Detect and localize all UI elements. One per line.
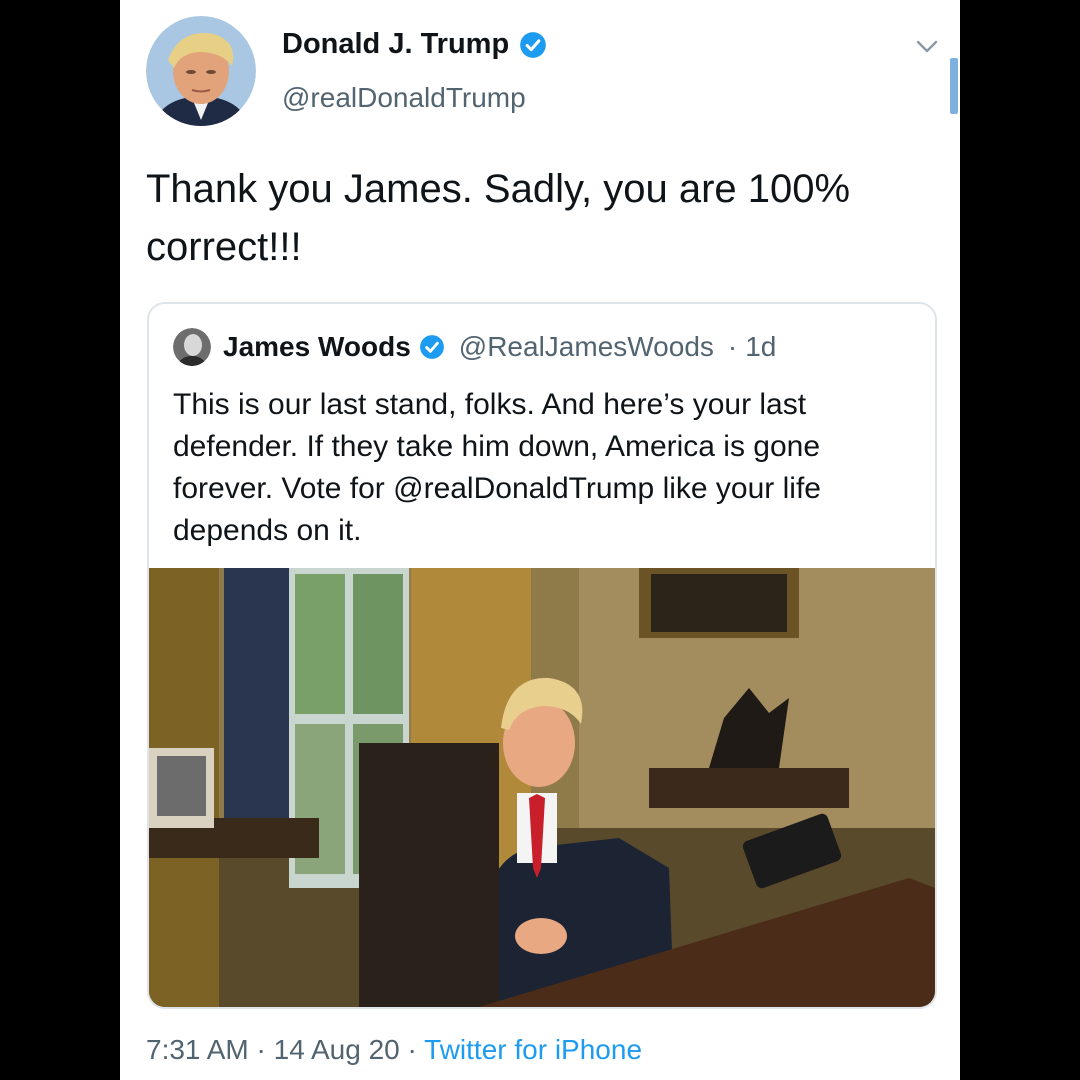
verified-badge-icon <box>419 335 444 359</box>
quoted-tweet-text: This is our last stand, folks. And here’… <box>173 388 821 547</box>
quoted-author-avatar <box>173 328 211 366</box>
chevron-down-icon[interactable] <box>912 36 942 58</box>
tweet-card: Donald J. Trump @realDonaldTrump Thank y… <box>120 0 960 1080</box>
tweet-footer: 7:31 AM · 14 Aug 20 · Twitter for iPhone <box>146 1034 642 1066</box>
author-name-row[interactable]: Donald J. Trump <box>282 28 547 61</box>
scroll-indicator <box>950 58 958 114</box>
author-avatar[interactable] <box>146 16 256 126</box>
tweet-text: Thank you James. Sadly, you are 100% cor… <box>146 167 851 269</box>
quoted-tweet-photo[interactable] <box>149 568 935 1007</box>
author-handle[interactable]: @realDonaldTrump <box>282 82 526 114</box>
quoted-tweet-header: James Woods @RealJamesWoods · 1d <box>173 328 776 366</box>
quoted-tweet[interactable]: James Woods @RealJamesWoods · 1d This is… <box>147 302 937 1009</box>
quoted-author-name: James Woods <box>223 331 411 362</box>
tweet-time[interactable]: 7:31 AM <box>146 1034 249 1065</box>
tweet-date[interactable]: 14 Aug 20 <box>274 1034 400 1065</box>
verified-badge-icon <box>520 31 547 58</box>
quoted-tweet-age: 1d <box>745 331 777 362</box>
tweet-source-link[interactable]: Twitter for iPhone <box>424 1034 642 1065</box>
footer-separator: · <box>407 1034 417 1065</box>
author-name[interactable]: Donald J. Trump <box>282 28 509 61</box>
quoted-meta-separator: · <box>727 331 738 362</box>
footer-separator: · <box>256 1034 266 1065</box>
quoted-author-handle: @RealJamesWoods <box>458 331 714 362</box>
